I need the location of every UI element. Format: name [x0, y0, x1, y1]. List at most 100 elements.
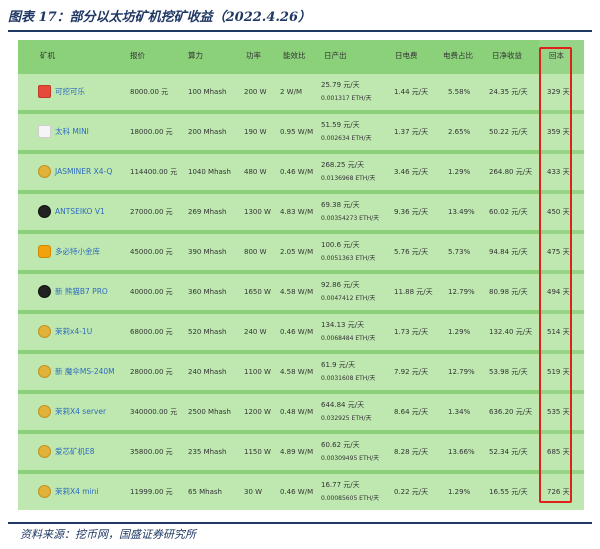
- miner-logo-icon: [38, 205, 51, 218]
- electricity-cell: 11.88 元/天: [394, 288, 433, 296]
- price-cell: 114400.00 元: [130, 168, 178, 176]
- net-income-cell: 16.55 元/天: [489, 488, 528, 496]
- header-daily-net: 日净收益: [492, 51, 522, 60]
- net-income-cell: 132.40 元/天: [489, 328, 533, 336]
- price-cell: 11999.00 元: [130, 488, 173, 496]
- daily-output-cny: 644.84 元/天: [321, 401, 365, 409]
- power-cell: 200 W: [244, 88, 267, 96]
- electricity-cell: 3.46 元/天: [394, 168, 429, 176]
- miner-name[interactable]: 茉莉X4 server: [55, 394, 106, 430]
- electricity-cell: 8.64 元/天: [394, 408, 429, 416]
- power-cell: 240 W: [244, 328, 267, 336]
- daily-output-eth: 0.032925 ETH/天: [321, 415, 372, 422]
- hashrate-cell: 200 Mhash: [188, 128, 227, 136]
- electricity-cell: 1.44 元/天: [394, 88, 429, 96]
- efficiency-cell: 4.58 W/M: [280, 368, 314, 376]
- price-cell: 68000.00 元: [130, 328, 173, 336]
- net-income-cell: 50.22 元/天: [489, 128, 528, 136]
- payback-highlight-box: [539, 47, 572, 503]
- electricity-ratio-cell: 1.29%: [448, 168, 471, 176]
- miner-name[interactable]: JASMINER X4-Q: [55, 154, 112, 190]
- header-price: 报价: [130, 51, 145, 60]
- daily-output-eth: 0.002634 ETH/天: [321, 135, 372, 142]
- daily-output-eth: 0.0068484 ETH/天: [321, 335, 376, 342]
- miner-name[interactable]: 新 熊猫B7 PRO: [55, 274, 108, 310]
- miner-name[interactable]: ANTSEIKO V1: [55, 194, 105, 230]
- price-cell: 27000.00 元: [130, 208, 173, 216]
- net-income-cell: 264.80 元/天: [489, 168, 533, 176]
- power-cell: 1100 W: [244, 368, 271, 376]
- header-efficiency: 能效比: [283, 51, 306, 60]
- miner-name[interactable]: 新 魔伞MS-240M: [55, 354, 115, 390]
- header-miner: 矿机: [40, 51, 55, 60]
- miner-logo-icon: [38, 285, 51, 298]
- table-row: 多必特小金库 45000.00 元 390 Mhash 800 W 2.05 W/M 10…: [18, 234, 584, 270]
- power-cell: 190 W: [244, 128, 267, 136]
- net-income-cell: 60.02 元/天: [489, 208, 528, 216]
- efficiency-cell: 2 W/M: [280, 88, 302, 96]
- electricity-cell: 5.76 元/天: [394, 248, 429, 256]
- price-cell: 340000.00 元: [130, 408, 178, 416]
- header-power: 功率: [246, 51, 261, 60]
- table-row: JASMINER X4-Q 114400.00 元 1040 Mhash 480 W 0…: [18, 154, 584, 190]
- daily-output-cny: 51.59 元/天: [321, 121, 360, 129]
- miner-name[interactable]: 茉莉x4-1U: [55, 314, 92, 350]
- miner-logo-icon: [38, 125, 51, 138]
- header-electricity-ratio: 电费占比: [443, 51, 473, 60]
- daily-output-cny: 16.77 元/天: [321, 481, 360, 489]
- daily-output-eth: 0.0136968 ETH/天: [321, 175, 376, 182]
- net-income-cell: 80.98 元/天: [489, 288, 528, 296]
- electricity-ratio-cell: 13.66%: [448, 448, 475, 456]
- efficiency-cell: 4.89 W/M: [280, 448, 314, 456]
- table-row: 爱芯矿机E8 35800.00 元 235 Mhash 1150 W 4.89 W/M 6…: [18, 434, 584, 470]
- efficiency-cell: 0.46 W/M: [280, 328, 314, 336]
- daily-output-eth: 0.0047412 ETH/天: [321, 295, 376, 302]
- header-daily-output: 日产出: [324, 51, 347, 60]
- daily-output-eth: 0.001317 ETH/天: [321, 95, 372, 102]
- efficiency-cell: 0.46 W/M: [280, 488, 314, 496]
- electricity-ratio-cell: 12.79%: [448, 288, 475, 296]
- power-cell: 1150 W: [244, 448, 271, 456]
- electricity-ratio-cell: 2.65%: [448, 128, 471, 136]
- table-row: 太科 MINI 18000.00 元 200 Mhash 190 W 0.95 W/M 5…: [18, 114, 584, 150]
- miner-logo-icon: [38, 245, 51, 258]
- electricity-cell: 1.73 元/天: [394, 328, 429, 336]
- efficiency-cell: 0.95 W/M: [280, 128, 314, 136]
- electricity-cell: 7.92 元/天: [394, 368, 429, 376]
- daily-output-cny: 92.86 元/天: [321, 281, 360, 289]
- price-cell: 18000.00 元: [130, 128, 173, 136]
- daily-output-cny: 61.9 元/天: [321, 361, 356, 369]
- miner-logo-icon: [38, 445, 51, 458]
- hashrate-cell: 390 Mhash: [188, 248, 227, 256]
- miner-name[interactable]: 茉莉X4 mini: [55, 474, 99, 510]
- net-income-cell: 636.20 元/天: [489, 408, 533, 416]
- daily-output-cny: 100.6 元/天: [321, 241, 360, 249]
- efficiency-cell: 4.58 W/M: [280, 288, 314, 296]
- daily-output-cny: 25.79 元/天: [321, 81, 360, 89]
- electricity-cell: 0.22 元/天: [394, 488, 429, 496]
- table-row: 新 魔伞MS-240M 28000.00 元 240 Mhash 1100 W 4.58…: [18, 354, 584, 390]
- miner-name[interactable]: 多必特小金库: [55, 234, 100, 270]
- figure-caption: 图表 17：部分以太坊矿机挖矿收益（2022.4.26）: [8, 10, 311, 25]
- miner-name[interactable]: 可挖可乐: [55, 74, 85, 110]
- table-row: 可挖可乐 8000.00 元 100 Mhash 200 W 2 W/M 25.79 元/…: [18, 74, 584, 110]
- daily-output-cny: 268.25 元/天: [321, 161, 365, 169]
- power-cell: 1650 W: [244, 288, 271, 296]
- miner-logo-icon: [38, 485, 51, 498]
- electricity-cell: 1.37 元/天: [394, 128, 429, 136]
- price-cell: 45000.00 元: [130, 248, 173, 256]
- top-rule: [8, 30, 592, 32]
- miner-logo-icon: [38, 325, 51, 338]
- table-row: 茉莉x4-1U 68000.00 元 520 Mhash 240 W 0.46 W/M 1…: [18, 314, 584, 350]
- miner-name[interactable]: 太科 MINI: [55, 114, 89, 150]
- hashrate-cell: 100 Mhash: [188, 88, 227, 96]
- net-income-cell: 52.34 元/天: [489, 448, 528, 456]
- miner-logo-icon: [38, 405, 51, 418]
- hashrate-cell: 235 Mhash: [188, 448, 227, 456]
- power-cell: 480 W: [244, 168, 267, 176]
- miner-name[interactable]: 爱芯矿机E8: [55, 434, 95, 470]
- miner-logo-icon: [38, 165, 51, 178]
- daily-output-cny: 69.38 元/天: [321, 201, 360, 209]
- electricity-ratio-cell: 13.49%: [448, 208, 475, 216]
- electricity-ratio-cell: 1.29%: [448, 328, 471, 336]
